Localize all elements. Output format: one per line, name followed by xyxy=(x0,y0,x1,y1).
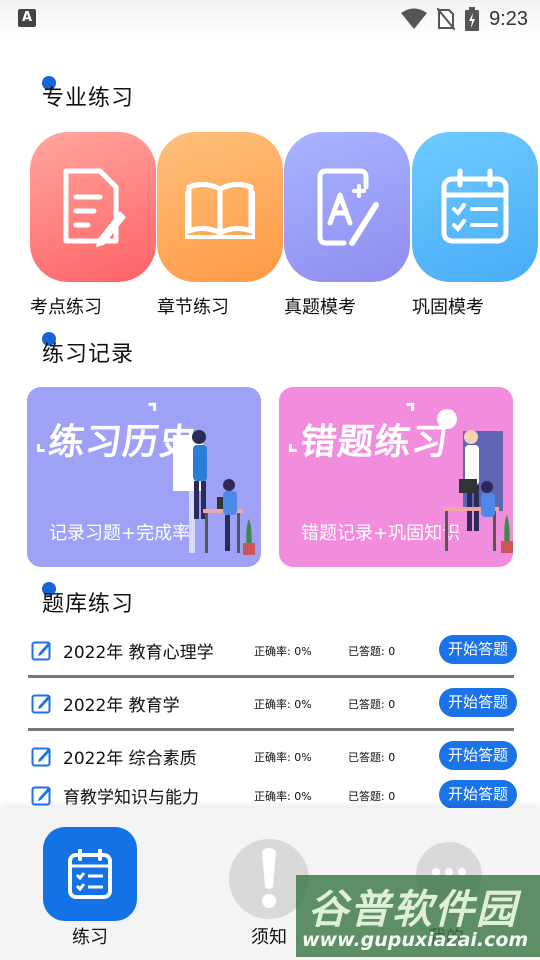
calendar-checklist-icon xyxy=(68,849,112,899)
subject-name: 育教学知识与能力 xyxy=(63,788,199,808)
app-badge-icon: A xyxy=(18,9,36,27)
start-answering-button[interactable]: 开始答题 xyxy=(439,741,517,770)
document-edit-icon xyxy=(63,168,126,247)
tile-label: 考点练习 xyxy=(30,297,102,318)
watermark-title: 谷普软件园 xyxy=(308,887,518,933)
start-answering-button[interactable]: 开始答题 xyxy=(439,780,517,809)
calendar-checklist-icon xyxy=(441,168,509,244)
subject-name: 2022年 教育心理学 xyxy=(63,643,214,663)
watermark-logo: 谷普软件园 www.gupuxiazai.com xyxy=(296,875,540,957)
answered-count: 已答题: 0 xyxy=(348,645,396,658)
office-people-illustration xyxy=(437,409,513,553)
question-bank-row: 2022年 教育学 正确率: 0% 已答题: 0 开始答题 xyxy=(26,685,517,721)
tile-chapter-practice[interactable] xyxy=(157,132,283,282)
tile-label: 真题模考 xyxy=(284,297,356,318)
grade-a-plus-icon xyxy=(317,168,379,246)
watermark-url: www.gupuxiazai.com xyxy=(302,929,529,951)
accuracy-rate: 正确率: 0% xyxy=(254,751,312,764)
answered-count: 已答题: 0 xyxy=(348,751,396,764)
edit-icon xyxy=(31,641,51,661)
question-bank-row: 2022年 教育心理学 正确率: 0% 已答题: 0 开始答题 xyxy=(26,632,517,668)
tile-past-exam-mock[interactable] xyxy=(284,132,410,282)
question-bank-row: 2022年 综合素质 正确率: 0% 已答题: 0 开始答题 xyxy=(26,738,517,774)
answered-count: 已答题: 0 xyxy=(348,790,396,803)
app-screen: A 9:23 专业练习 考点练习 章节练习 真题模考 巩固模考 练习记录 ⌞ ⌝… xyxy=(0,0,540,960)
subject-name: 2022年 教育学 xyxy=(63,696,180,716)
tile-exam-point-practice[interactable] xyxy=(30,132,156,282)
card-practice-history[interactable]: ⌞ ⌝ 练习历史 记录习题+完成率 xyxy=(27,387,261,567)
nav-tab-label: 须知 xyxy=(251,927,287,948)
no-sim-icon xyxy=(437,8,456,30)
accuracy-rate: 正确率: 0% xyxy=(254,698,312,711)
bracket-decoration: ⌞ xyxy=(287,427,299,455)
start-answering-button[interactable]: 开始答题 xyxy=(439,635,517,664)
wifi-icon xyxy=(401,8,428,29)
clock: 9:23 xyxy=(489,7,528,30)
card-wrong-questions[interactable]: ⌞ ⌝ 错题练习 错题记录+巩固知识 xyxy=(279,387,513,567)
status-bar: A 9:23 xyxy=(0,0,540,38)
accuracy-rate: 正确率: 0% xyxy=(254,645,312,658)
battery-charging-icon xyxy=(465,7,480,31)
book-icon xyxy=(185,181,255,239)
accuracy-rate: 正确率: 0% xyxy=(254,790,312,803)
tile-label: 章节练习 xyxy=(157,297,229,318)
edit-icon xyxy=(31,786,51,806)
start-answering-button[interactable]: 开始答题 xyxy=(439,688,517,717)
tile-label: 巩固模考 xyxy=(412,297,484,318)
section-title-question-bank: 题库练习 xyxy=(42,582,134,618)
exclamation-icon xyxy=(262,848,276,908)
section-title-records: 练习记录 xyxy=(42,332,134,368)
row-divider xyxy=(28,728,514,731)
answered-count: 已答题: 0 xyxy=(348,698,396,711)
nav-tab-label: 练习 xyxy=(72,927,108,948)
row-divider xyxy=(28,675,514,678)
edit-icon xyxy=(31,694,51,714)
office-people-illustration xyxy=(173,430,255,555)
subject-name: 2022年 综合素质 xyxy=(63,749,197,769)
nav-tab-practice[interactable] xyxy=(43,827,137,921)
section-title-professional: 专业练习 xyxy=(42,76,134,112)
bracket-decoration: ⌞ xyxy=(35,427,47,455)
tile-consolidation-mock[interactable] xyxy=(412,132,538,282)
edit-icon xyxy=(31,747,51,767)
